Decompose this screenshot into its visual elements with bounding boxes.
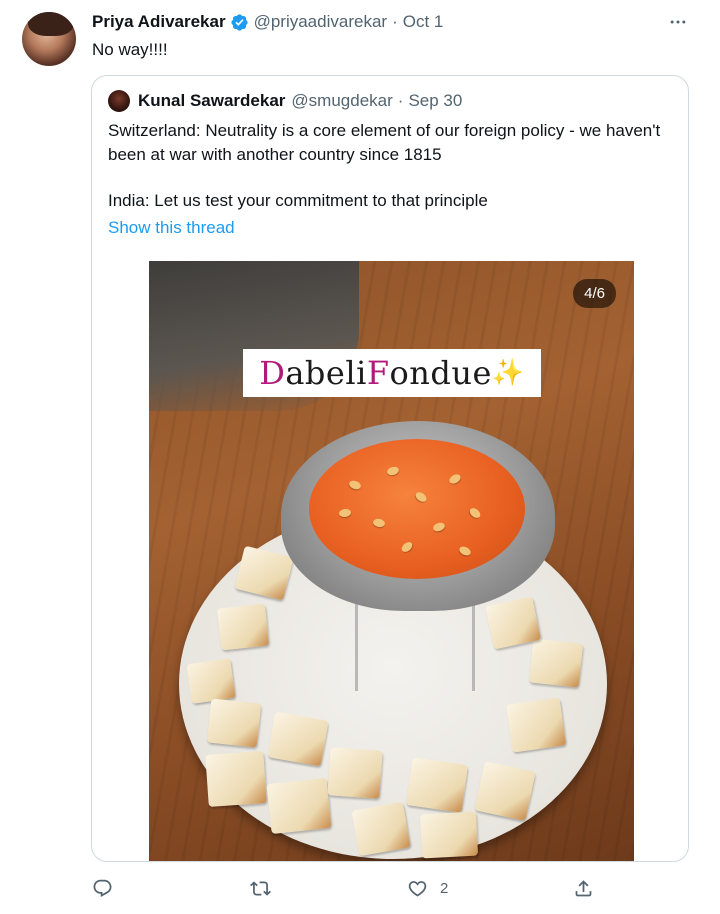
bread-cube <box>186 658 236 704</box>
quoted-text-paragraph-2: India: Let us test your commitment to th… <box>108 191 488 210</box>
quoted-tweet-header: Kunal Sawardekar @smugdekar · Sep 30 <box>108 90 462 112</box>
share-icon <box>575 880 592 897</box>
bread-cube <box>267 711 329 767</box>
more-options-icon[interactable] <box>666 10 690 34</box>
separator-dot: · <box>392 12 398 31</box>
bread-cube <box>419 811 479 859</box>
bread-cube <box>505 697 567 753</box>
quoted-tweet-text: Switzerland: Neutrality is a core elemen… <box>108 119 668 213</box>
quoted-media-image[interactable]: Dabeli Fondue ✨ 4/6 <box>149 261 634 861</box>
bread-cube <box>405 757 469 813</box>
tweet-actions: 2 <box>0 870 720 910</box>
reply-button[interactable] <box>92 878 113 899</box>
bread-cube <box>351 801 411 857</box>
image-caption: Dabeli Fondue ✨ <box>243 349 541 397</box>
separator-dot: · <box>397 91 404 110</box>
quoted-author-handle: @smugdekar <box>291 91 393 110</box>
sparkles-icon: ✨ <box>491 358 525 388</box>
show-thread-link[interactable]: Show this thread <box>108 218 235 238</box>
quoted-tweet-date: Sep 30 <box>408 91 463 110</box>
caption-initial-f: F <box>366 354 390 392</box>
like-count: 2 <box>440 880 449 897</box>
author-name[interactable]: Priya Adivarekar <box>92 12 226 32</box>
bread-cube <box>528 638 584 688</box>
bread-cube <box>206 698 262 748</box>
bread-cube <box>205 751 267 807</box>
reply-icon <box>93 879 112 897</box>
bread-cube <box>266 778 332 834</box>
verified-badge-icon <box>230 13 248 31</box>
quoted-author-name: Kunal Sawardekar <box>138 91 286 110</box>
caption-text-2: ondue <box>389 354 492 392</box>
retweet-icon <box>250 881 271 896</box>
quoted-text-paragraph-1: Switzerland: Neutrality is a core elemen… <box>108 121 661 164</box>
bread-cube <box>474 761 536 821</box>
author-avatar[interactable] <box>22 12 76 66</box>
tweet-date[interactable]: Oct 1 <box>403 12 444 32</box>
tweet-text: No way!!!! <box>92 40 168 59</box>
media-counter-badge: 4/6 <box>573 279 616 308</box>
caption-initial-d: D <box>259 354 286 392</box>
tweet-header: Priya Adivarekar @priyaadivarekar · Oct … <box>92 12 443 32</box>
quoted-author-avatar <box>108 90 130 112</box>
caption-text-1: abeli <box>285 354 367 392</box>
bread-cube <box>327 747 383 799</box>
quoted-tweet[interactable]: Kunal Sawardekar @smugdekar · Sep 30 Swi… <box>91 75 689 862</box>
heart-icon <box>408 881 427 897</box>
author-handle[interactable]: @priyaadivarekar <box>254 12 387 32</box>
share-button[interactable] <box>573 878 594 899</box>
bread-cube <box>216 603 270 651</box>
like-button[interactable]: 2 <box>407 878 448 899</box>
retweet-button[interactable] <box>250 878 271 899</box>
